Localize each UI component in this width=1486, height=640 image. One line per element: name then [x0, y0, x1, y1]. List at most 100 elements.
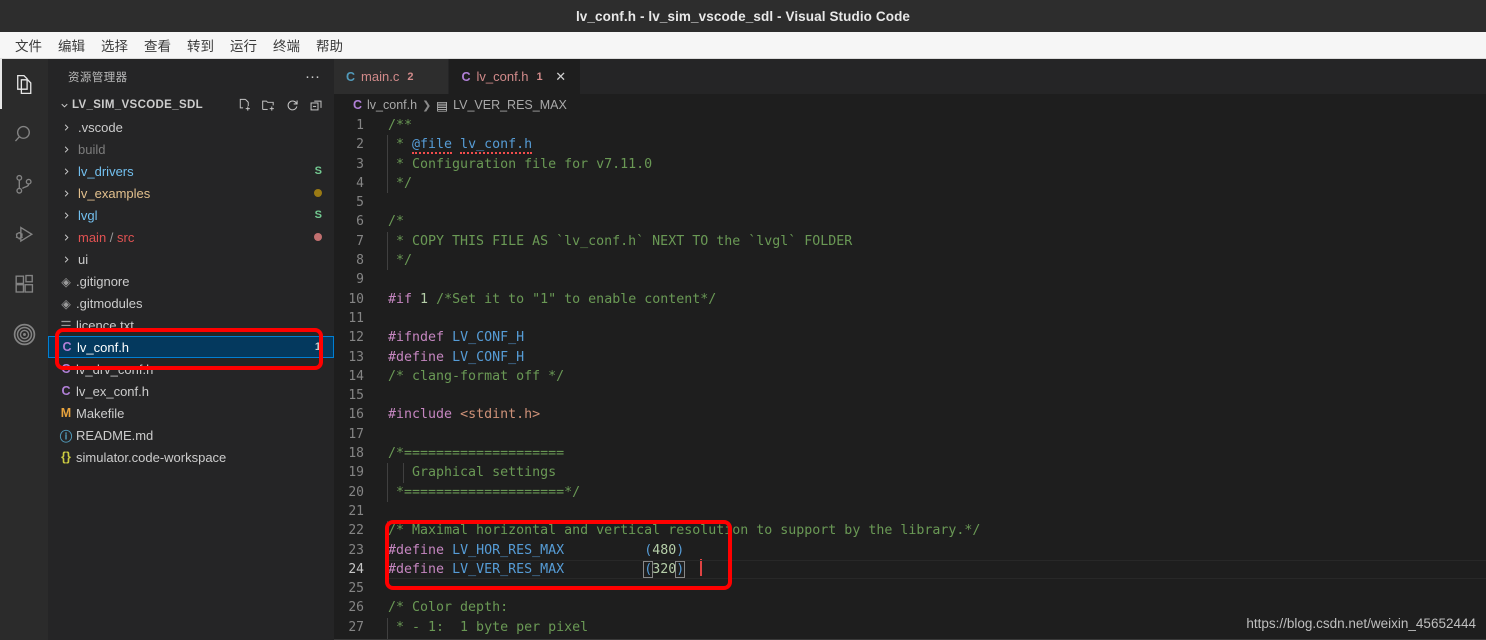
- tree-item[interactable]: main / src: [48, 226, 334, 248]
- code-line: 14 /* clang-format off */: [334, 367, 1486, 386]
- search-icon[interactable]: [0, 109, 48, 159]
- tree-item[interactable]: lv_examples: [48, 182, 334, 204]
- code-line-text: * @file lv_conf.h: [386, 135, 533, 155]
- tree-item-git-status: S: [314, 209, 322, 221]
- code-line-text: /*: [386, 212, 404, 231]
- code-token: LV_CONF_H: [452, 330, 525, 346]
- tab-main-c[interactable]: Cmain.c 2: [334, 59, 450, 94]
- tree-item[interactable]: ◈ .gitmodules: [48, 292, 334, 314]
- indent-guide: [387, 231, 388, 252]
- chevron-right-icon[interactable]: [58, 254, 74, 265]
- line-number: 21: [348, 503, 364, 519]
- refresh-icon[interactable]: [285, 98, 300, 113]
- platformio-icon[interactable]: [0, 309, 48, 359]
- code-token: <stdint.h>: [460, 407, 541, 423]
- git-file-icon: ◈: [61, 274, 71, 289]
- explorer-title: 资源管理器: [68, 71, 128, 84]
- code-line: 23 #define LV_HOR_RES_MAX (480): [334, 540, 1486, 560]
- explorer-more-actions-icon[interactable]: ···: [305, 69, 320, 84]
- tree-item[interactable]: ◈ .gitignore: [48, 270, 334, 292]
- collapse-all-icon[interactable]: [309, 98, 324, 113]
- tab-problem-count: 2: [407, 70, 414, 83]
- code-line: 9: [334, 270, 1486, 289]
- run-and-debug-icon[interactable]: [0, 209, 48, 259]
- code-line: 2 * @file lv_conf.h: [334, 135, 1486, 155]
- breadcrumb-file[interactable]: Clv_conf.h: [353, 98, 417, 112]
- chevron-right-icon[interactable]: [58, 232, 74, 243]
- line-number: 20: [348, 484, 364, 500]
- code-token: /**: [388, 118, 413, 133]
- tree-item-label: main / src: [78, 229, 135, 245]
- tab-lv-conf-h[interactable]: Clv_conf.h 1 ✕: [449, 59, 581, 94]
- tree-item[interactable]: ☰ licence.txt: [48, 314, 334, 336]
- code-line: 7 * COPY THIS FILE AS `lv_conf.h` NEXT T…: [334, 231, 1486, 252]
- tree-item[interactable]: {} simulator.code-workspace: [48, 446, 334, 468]
- tree-item-status-dot: [314, 189, 322, 197]
- close-icon[interactable]: ✕: [553, 69, 569, 85]
- tree-item-selected[interactable]: Clv_conf.h 1: [48, 336, 334, 358]
- tree-item-label: .vscode: [78, 119, 123, 135]
- menu-file[interactable]: 文件: [7, 33, 50, 57]
- breadcrumb-symbol[interactable]: ▤ LV_VER_RES_MAX: [436, 98, 567, 113]
- code-line-text: *====================*/: [386, 482, 580, 502]
- tree-item-label: ui: [78, 251, 89, 267]
- indent-guide: [387, 173, 388, 194]
- chevron-right-icon[interactable]: [58, 122, 74, 133]
- indent-guide: [403, 463, 405, 483]
- line-number: 23: [348, 542, 364, 558]
- menu-edit[interactable]: 编辑: [50, 33, 93, 57]
- menu-go[interactable]: 转到: [179, 33, 222, 57]
- code-line-text: #ifndef LV_CONF_H: [386, 328, 524, 347]
- indent-guide: [387, 482, 388, 502]
- tree-item[interactable]: lv_drivers S: [48, 160, 334, 182]
- explorer-root-folder[interactable]: LV_SIM_VSCODE_SDL: [48, 94, 334, 116]
- code-line-text: #define LV_CONF_H: [386, 348, 524, 367]
- tree-item[interactable]: Clv_ex_conf.h: [48, 380, 334, 402]
- breadcrumb-label: lv_conf.h: [367, 98, 418, 112]
- menu-selection[interactable]: 选择: [93, 33, 136, 57]
- file-tree: .vscode build lv_drivers Slv_examples lvgl S m…: [48, 116, 334, 468]
- tree-item-label: build: [78, 141, 106, 157]
- tree-item[interactable]: .vscode: [48, 116, 334, 138]
- new-file-icon[interactable]: [237, 98, 252, 113]
- activity-bar: [0, 59, 48, 640]
- chevron-right-icon[interactable]: [58, 188, 74, 199]
- explorer-icon[interactable]: [0, 59, 48, 109]
- menu-run[interactable]: 运行: [222, 33, 265, 57]
- code-editor[interactable]: 1/** 2 * @file lv_conf.h 3 * Configuration…: [334, 116, 1486, 640]
- tree-item[interactable]: lvgl S: [48, 204, 334, 226]
- explorer-root-actions: [237, 98, 324, 113]
- tree-item[interactable]: M Makefile: [48, 402, 334, 424]
- tree-item[interactable]: build: [48, 138, 334, 160]
- code-line: 24 #define LV_VER_RES_MAX (320): [334, 559, 1486, 580]
- tree-item[interactable]: ⓘ README.md: [48, 424, 334, 446]
- line-number: 10: [348, 291, 364, 307]
- tree-item[interactable]: Clv_drv_conf.h: [48, 358, 334, 380]
- menu-terminal[interactable]: 终端: [265, 33, 308, 57]
- new-folder-icon[interactable]: [261, 98, 276, 113]
- chevron-right-icon: ❯: [422, 99, 432, 112]
- chevron-right-icon[interactable]: [58, 166, 74, 177]
- source-control-icon[interactable]: [0, 159, 48, 209]
- code-line: 13 #define LV_CONF_H: [334, 348, 1486, 367]
- line-number: 22: [348, 523, 364, 539]
- code-token: * Configuration file for v7.11.0: [388, 156, 653, 172]
- menu-view[interactable]: 查看: [136, 33, 179, 57]
- extensions-icon[interactable]: [0, 259, 48, 309]
- tree-item-git-status: S: [314, 165, 322, 177]
- code-token: */: [388, 175, 413, 191]
- c-header-file-icon: C: [62, 340, 72, 354]
- line-number: 14: [348, 368, 364, 384]
- chevron-right-icon[interactable]: [58, 144, 74, 155]
- tree-item-label: Makefile: [76, 405, 125, 421]
- line-number: 2: [356, 137, 364, 153]
- menu-help[interactable]: 帮助: [308, 33, 351, 57]
- code-line: 12 #ifndef LV_CONF_H: [334, 328, 1486, 347]
- chevron-right-icon[interactable]: [58, 210, 74, 221]
- tree-item-label: lv_ex_conf.h: [76, 383, 149, 399]
- tab-problem-count: 1: [536, 70, 543, 83]
- tree-item[interactable]: ui: [48, 248, 334, 270]
